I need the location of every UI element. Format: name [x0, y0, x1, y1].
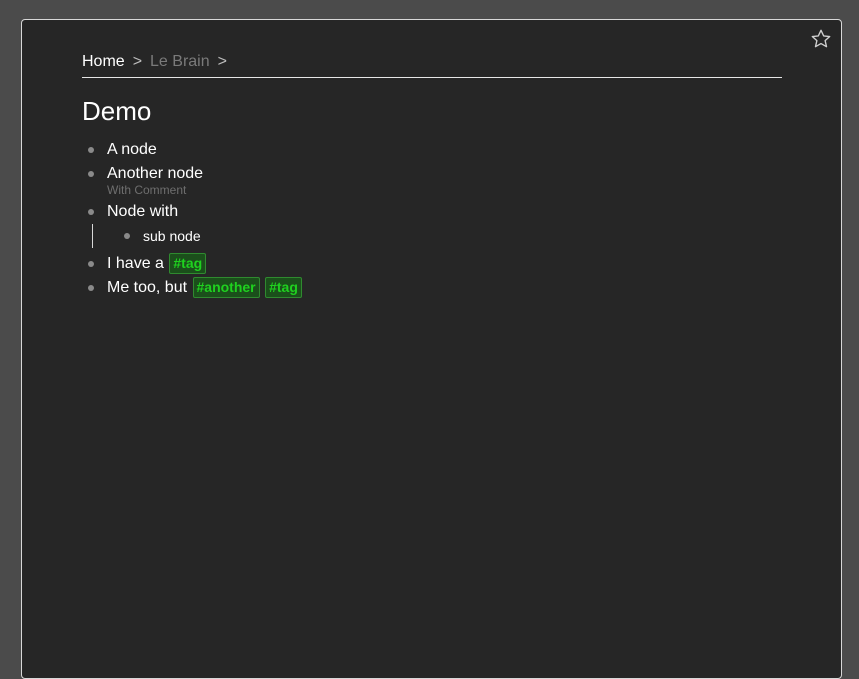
breadcrumb-le-brain-link[interactable]: Le Brain: [150, 53, 210, 71]
node-text[interactable]: I have a: [107, 255, 164, 272]
list-item: I have a #tag: [82, 252, 782, 276]
node-text[interactable]: sub node: [143, 228, 201, 244]
list-item: sub node: [118, 224, 782, 248]
node-bullet[interactable]: [88, 209, 94, 215]
node-comment: With Comment: [107, 183, 187, 197]
node-bullet[interactable]: [88, 285, 94, 291]
tag-badge[interactable]: #another: [192, 277, 260, 298]
node-bullet[interactable]: [124, 233, 130, 239]
node-text[interactable]: Me too, but: [107, 279, 187, 296]
breadcrumb-home-link[interactable]: Home: [82, 53, 125, 71]
tag-badge[interactable]: #tag: [169, 253, 207, 274]
node-tree: A node Another node With Comment Node wi…: [82, 138, 782, 300]
node-text[interactable]: Node with: [107, 203, 178, 220]
star-icon[interactable]: [810, 28, 832, 50]
tag-badge[interactable]: #tag: [265, 277, 302, 298]
node-text[interactable]: Another node: [107, 165, 203, 182]
node-bullet[interactable]: [88, 147, 94, 153]
breadcrumb-separator: >: [217, 53, 227, 70]
content: Home > Le Brain > Demo A node Another no…: [82, 52, 782, 300]
node-bullet[interactable]: [88, 171, 94, 177]
list-item: Me too, but #another #tag: [82, 276, 782, 300]
page-panel: Home > Le Brain > Demo A node Another no…: [21, 19, 842, 679]
breadcrumb-separator: >: [132, 53, 143, 70]
list-item: A node: [82, 138, 782, 162]
list-item: Node with sub node: [82, 200, 782, 248]
list-item: Another node With Comment: [82, 162, 782, 197]
node-text[interactable]: A node: [107, 141, 157, 158]
page-title: Demo: [82, 96, 152, 126]
node-bullet[interactable]: [88, 261, 94, 267]
child-node-list: sub node: [92, 224, 782, 248]
breadcrumb: Home > Le Brain >: [82, 52, 782, 78]
